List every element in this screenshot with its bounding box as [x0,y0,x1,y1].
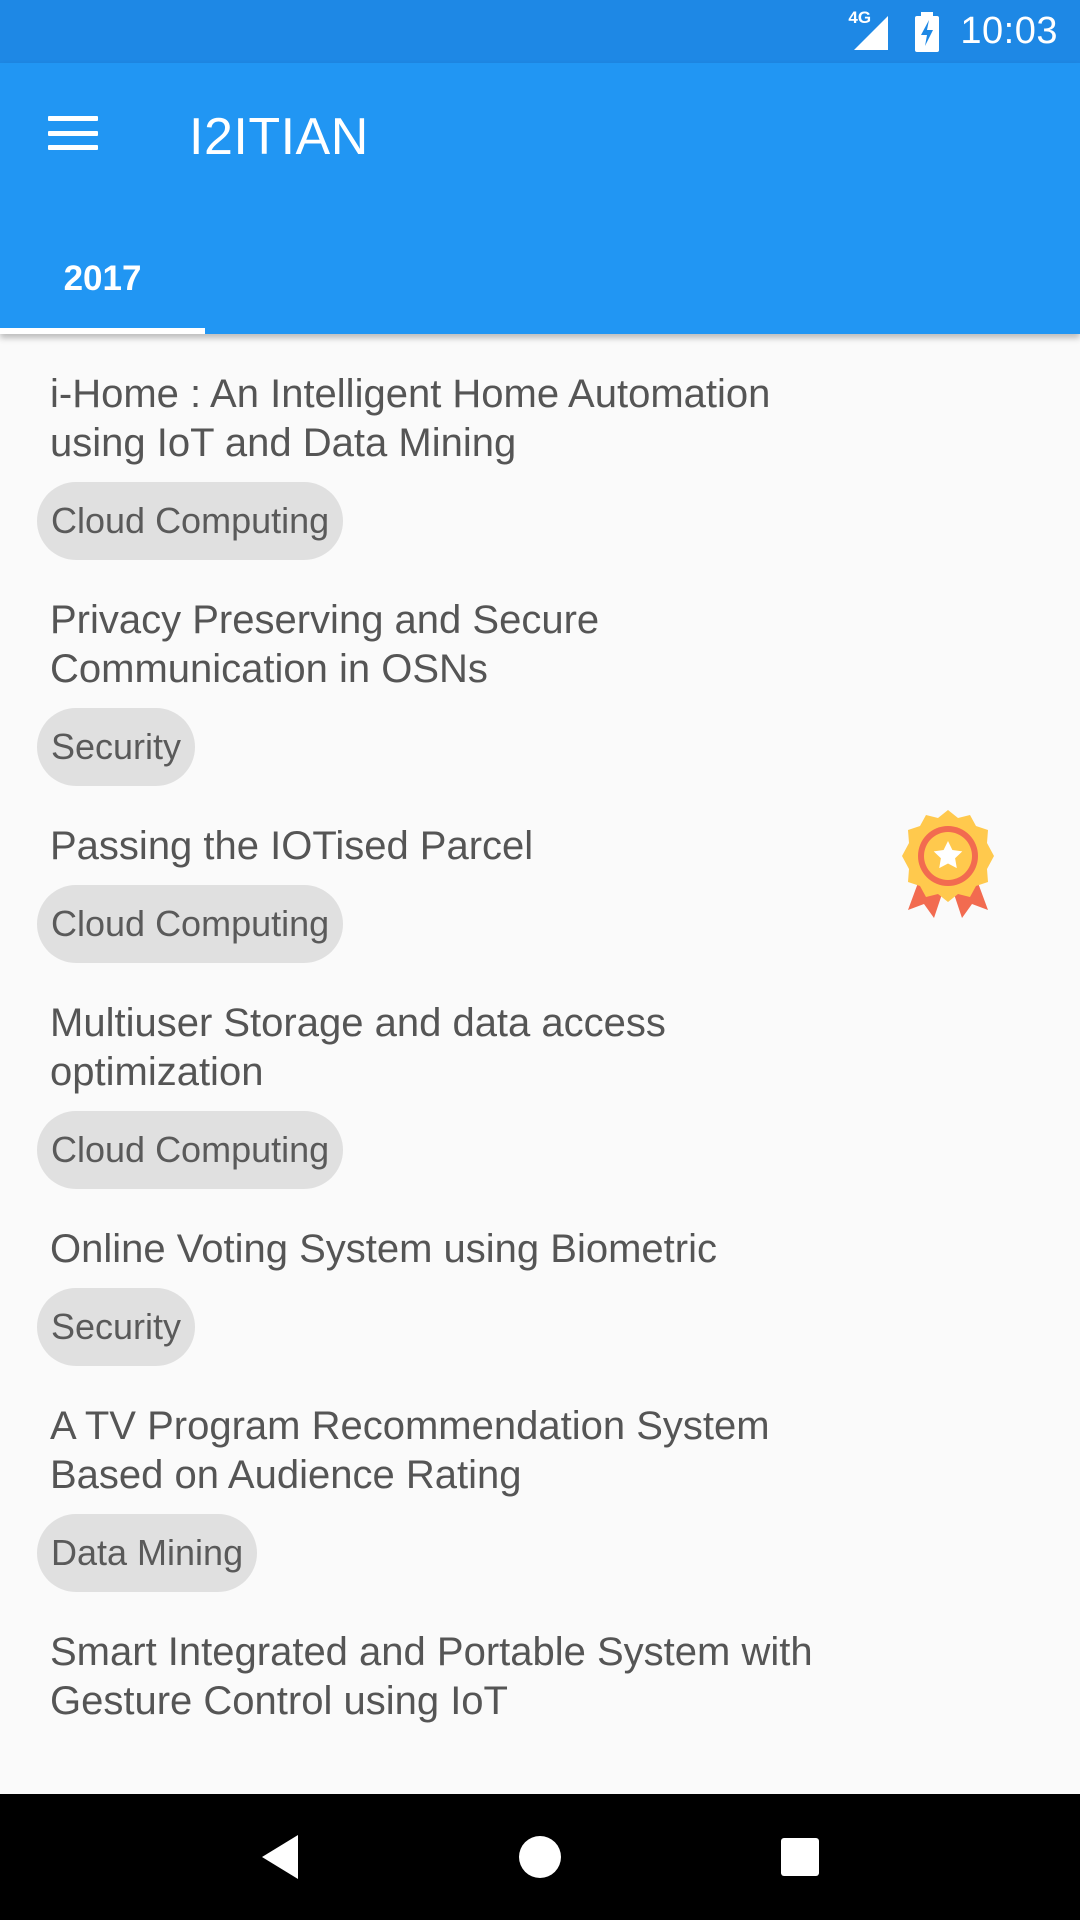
list-item[interactable]: Online Voting System using Biometric Sec… [0,1189,1080,1366]
project-list: i-Home : An Intelligent Home Automation … [0,334,1080,1794]
category-chip: Cloud Computing [37,1111,344,1189]
list-item[interactable]: Passing the IOTised Parcel Cloud Computi… [0,786,1080,963]
category-chip: Cloud Computing [37,482,344,560]
navigation-bar [0,1794,1080,1920]
list-item[interactable]: Privacy Preserving and Secure Communicat… [0,560,1080,786]
project-title: Online Voting System using Biometric [50,1227,717,1271]
category-chip: Data Mining [37,1514,258,1592]
status-time: 10:03 [960,10,1058,52]
list-item[interactable]: i-Home : An Intelligent Home Automation … [0,334,1080,560]
project-title: Smart Integrated and Portable System wit… [50,1630,813,1723]
list-item[interactable]: Multiuser Storage and data access optimi… [0,963,1080,1189]
battery-charging-icon [914,11,940,52]
recents-icon[interactable] [770,1827,830,1887]
award-medal-icon [902,810,994,918]
tab-2017[interactable]: 2017 [0,227,205,334]
project-title: A TV Program Recommendation System Based… [50,1404,770,1497]
category-chip: Cloud Computing [37,885,344,963]
list-item[interactable]: Smart Integrated and Portable System wit… [0,1592,1080,1726]
project-title: i-Home : An Intelligent Home Automation … [50,372,771,465]
category-chip: Security [37,1288,196,1366]
status-bar: 4G 10:03 [0,0,1080,63]
app-bar: I2ITIAN 2017 [0,63,1080,334]
hamburger-menu-icon[interactable] [40,108,106,158]
project-title: Passing the IOTised Parcel [50,824,534,868]
category-chip: Security [37,708,196,786]
app-title: I2ITIAN [189,108,369,166]
project-title: Privacy Preserving and Secure Communicat… [50,598,600,691]
list-item[interactable]: A TV Program Recommendation System Based… [0,1366,1080,1592]
signal-icon: 4G [848,8,892,52]
home-icon[interactable] [510,1827,570,1887]
tab-label: 2017 [63,258,142,298]
back-icon[interactable] [250,1827,310,1887]
project-title: Multiuser Storage and data access optimi… [50,1001,666,1094]
network-type-label: 4G [848,7,872,27]
